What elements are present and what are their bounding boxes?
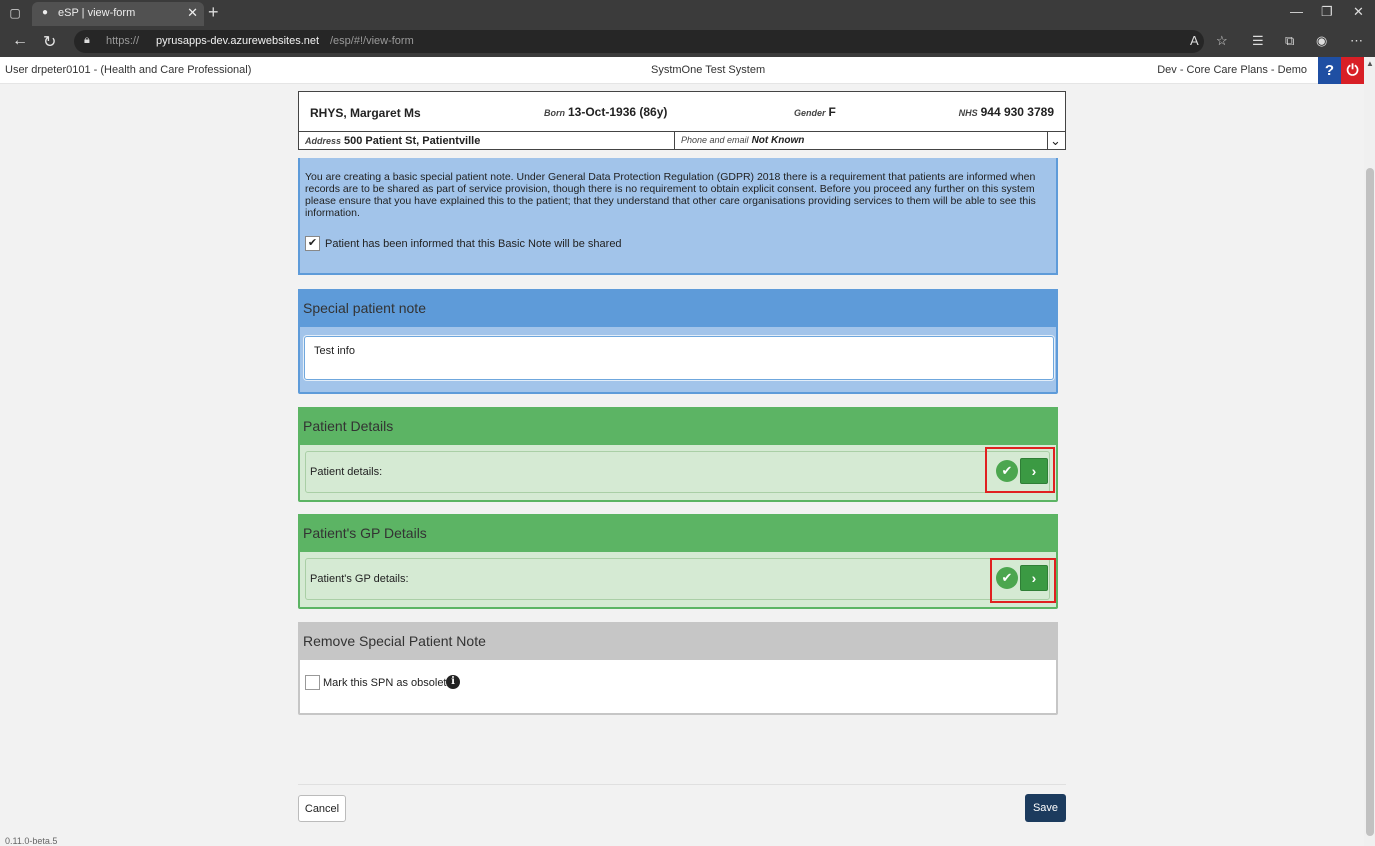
address-bar: ← ↻ 🔒︎ https:// pyrusapps-dev.azurewebsi…	[0, 26, 1375, 57]
url-path: /esp/#!/view-form	[330, 35, 414, 47]
phone-label: Phone and email	[681, 135, 749, 145]
cancel-button[interactable]: Cancel	[298, 795, 346, 822]
nhs-value: 944 930 3789	[980, 105, 1054, 119]
patient-name: RHYS, Margaret Ms	[310, 106, 421, 120]
gdpr-notice-panel: You are creating a basic special patient…	[298, 158, 1058, 275]
patient-address: Address 500 Patient St, Patientville	[305, 135, 480, 147]
profile-icon[interactable]: ◉	[1316, 33, 1327, 49]
refresh-icon[interactable]: ↻	[43, 32, 56, 52]
url-host: pyrusapps-dev.azurewebsites.net	[156, 35, 320, 47]
check-complete-icon: ✔	[996, 567, 1018, 589]
remove-spn-title: Remove Special Patient Note	[298, 622, 1058, 660]
divider	[298, 784, 1066, 785]
back-icon[interactable]: ←	[12, 32, 28, 50]
mark-obsolete-label: Mark this SPN as obsolete	[323, 677, 453, 689]
patient-gender: Gender F	[794, 105, 836, 119]
collections-icon[interactable]: ⧉	[1285, 33, 1294, 49]
browser-tab[interactable]: ● eSP | view-form ✕	[32, 2, 204, 26]
url-field[interactable]: 🔒︎ https:// pyrusapps-dev.azurewebsites.…	[74, 30, 1204, 53]
patient-details-title: Patient Details	[298, 407, 1058, 445]
add-favorite-icon[interactable]: ☆	[1216, 33, 1228, 49]
special-patient-note-title: Special patient note	[298, 289, 1058, 327]
expand-banner-chevron-down-icon[interactable]: ⌄	[1050, 133, 1061, 149]
browser-tab-bar: ▢ ● eSP | view-form ✕ + — ❐ ✕	[0, 0, 1375, 26]
minimize-icon[interactable]: —	[1290, 4, 1303, 19]
gp-details-title: Patient's GP Details	[298, 514, 1058, 552]
system-name: SystmOne Test System	[651, 64, 766, 76]
favorites-icon[interactable]: ☰	[1252, 33, 1264, 49]
special-patient-note-textarea[interactable]: Test info	[304, 336, 1054, 380]
patient-details-label: Patient details:	[310, 466, 383, 478]
remove-spn-panel: Remove Special Patient Note Mark this SP…	[298, 622, 1058, 715]
informed-checkbox[interactable]: ✔	[305, 236, 320, 251]
url-protocol: https://	[106, 35, 140, 47]
informed-checkbox-label: Patient has been informed that this Basi…	[325, 238, 622, 250]
gender-value: F	[828, 105, 836, 119]
scrollbar-thumb[interactable]	[1366, 168, 1374, 836]
address-value: 500 Patient St, Patientville	[344, 135, 481, 147]
patient-banner-row: RHYS, Margaret Ms Born 13-Oct-1936 (86y) …	[299, 92, 1065, 132]
born-value: 13-Oct-1936 (86y)	[568, 105, 668, 119]
gp-details-panel: Patient's GP Details Patient's GP detail…	[298, 514, 1058, 609]
nhs-label: NHS	[958, 108, 978, 118]
version-text: 0.11.0-beta.5	[5, 836, 58, 846]
special-patient-note-panel: Special patient note Test info	[298, 289, 1058, 394]
address-label: Address	[305, 136, 342, 146]
more-icon[interactable]: ⋯	[1350, 33, 1363, 49]
born-label: Born	[544, 108, 565, 118]
patient-phone: Phone and email Not Known	[681, 135, 804, 146]
gp-details-label: Patient's GP details:	[310, 573, 409, 585]
scroll-up-icon[interactable]: ▲	[1366, 59, 1374, 68]
open-gp-details-button[interactable]: ›	[1020, 565, 1048, 591]
patient-born: Born 13-Oct-1936 (86y)	[544, 105, 667, 119]
save-button[interactable]: Save	[1025, 794, 1066, 822]
new-tab-icon[interactable]: +	[208, 2, 219, 22]
lock-icon: 🔒︎	[84, 34, 90, 46]
patient-nhs: NHS 944 930 3789	[959, 105, 1054, 119]
gdpr-notice-text: You are creating a basic special patient…	[305, 171, 1036, 219]
app-header: User drpeter0101 - (Health and Care Prof…	[0, 57, 1375, 84]
restore-icon[interactable]: ❐	[1321, 4, 1333, 20]
patient-banner: RHYS, Margaret Ms Born 13-Oct-1936 (86y) …	[298, 91, 1066, 150]
tab-title: eSP | view-form	[58, 7, 136, 19]
user-info: User drpeter0101 - (Health and Care Prof…	[5, 64, 252, 76]
phone-value: Not Known	[751, 135, 805, 146]
mark-obsolete-checkbox[interactable]	[305, 675, 320, 690]
divider	[1047, 132, 1048, 150]
favicon-icon: ●	[42, 7, 49, 18]
gender-label: Gender	[794, 108, 826, 118]
gp-details-row: Patient's GP details:	[305, 558, 1050, 600]
patient-details-panel: Patient Details Patient details: ✔ ›	[298, 407, 1058, 502]
open-patient-details-button[interactable]: ›	[1020, 458, 1048, 484]
check-complete-icon: ✔	[996, 460, 1018, 482]
logout-power-icon[interactable]: ⏻	[1341, 57, 1364, 84]
patient-details-row: Patient details:	[305, 451, 1050, 493]
environment-name: Dev - Core Care Plans - Demo	[1157, 64, 1307, 76]
read-aloud-icon[interactable]: A	[1190, 33, 1199, 48]
divider	[674, 132, 675, 150]
help-button[interactable]: ?	[1318, 57, 1341, 84]
info-icon[interactable]: i	[446, 675, 460, 689]
close-window-icon[interactable]: ✕	[1353, 4, 1364, 20]
close-tab-icon[interactable]: ✕	[187, 5, 198, 21]
tab-actions-icon[interactable]: ▢	[6, 4, 24, 22]
